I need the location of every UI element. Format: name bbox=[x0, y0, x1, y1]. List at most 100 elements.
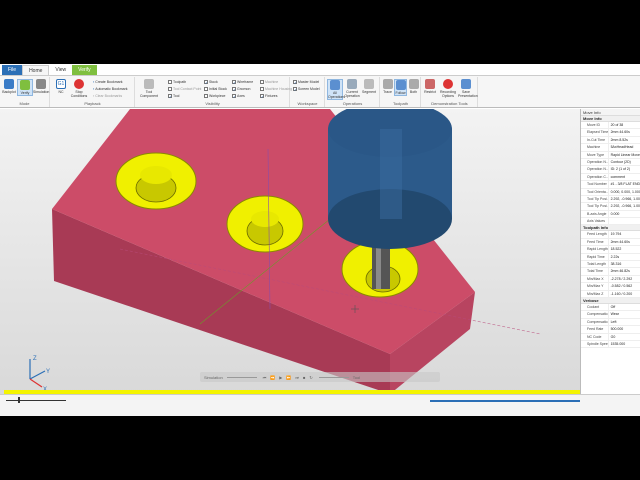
property-key: Total Length bbox=[587, 262, 607, 267]
property-key: Feed Time bbox=[587, 239, 604, 244]
group-demonstration-tools: Restrict Recording Options Save Presenta… bbox=[422, 77, 478, 107]
tab-home[interactable]: Home bbox=[22, 65, 50, 75]
segment-button[interactable]: Segment bbox=[361, 79, 377, 94]
automatic-bookmark-button[interactable]: ▪ Automatic Bookmark bbox=[93, 87, 128, 91]
property-key: Operation C... bbox=[587, 174, 608, 179]
property-key: Coolant bbox=[587, 304, 600, 309]
panel-title: Move Info bbox=[581, 109, 640, 116]
property-key: Machine bbox=[587, 145, 601, 150]
rewind-icon[interactable]: ⏮ bbox=[263, 375, 267, 380]
checkbox-stock[interactable]: ✓ Stock bbox=[204, 80, 218, 85]
checkbox-gnomon[interactable]: ✓ Gnomon bbox=[232, 87, 250, 92]
loop-icon[interactable]: ↻ bbox=[309, 375, 312, 380]
property-row: Tool Tip Posi... 2.292, -0.966, 1.000 bbox=[581, 203, 640, 211]
save-presentation-button[interactable]: Save Presentation bbox=[458, 79, 478, 98]
restrict-button[interactable]: Restrict bbox=[422, 79, 438, 94]
timeline-track-blue bbox=[430, 400, 580, 402]
stop-button-icon[interactable]: ■ bbox=[303, 375, 305, 380]
property-key: Tool Orienta... bbox=[587, 189, 608, 194]
trace-icon bbox=[382, 79, 393, 89]
playback-bar: Simulation ⏮ ⏪ ▶ ⏩ ⏭ ■ ↻ Tool bbox=[200, 372, 440, 382]
property-value: Contour (2D) bbox=[607, 158, 640, 166]
property-value: Wear bbox=[607, 311, 640, 318]
property-key: Operation N... bbox=[587, 167, 608, 172]
property-key: In-Cut Time bbox=[587, 137, 606, 142]
checkbox-axes[interactable]: ✓ Axes bbox=[232, 94, 245, 99]
group-mode: Backplot Verify Simulation Mode bbox=[0, 77, 50, 107]
property-row: Tool Orienta... 0.000, 0.000, 1.000 bbox=[581, 188, 640, 196]
property-key: Rapid Time bbox=[587, 254, 605, 259]
tab-view[interactable]: View bbox=[49, 65, 72, 75]
auto-bookmark-icon: ▪ bbox=[93, 87, 95, 91]
checkbox-tool-contact-point[interactable]: Tool Contact Point bbox=[168, 87, 201, 91]
checkbox-initial-stock[interactable]: Initial Stock bbox=[204, 87, 227, 91]
trace-button[interactable]: Trace bbox=[381, 79, 394, 94]
property-value: ID: 2 (1 of 2) bbox=[607, 166, 640, 173]
property-row: Machine 5AxHeadHead bbox=[581, 144, 640, 152]
property-row: Feed Time 2mm 44.60s bbox=[581, 238, 640, 247]
property-key: Compensatio... bbox=[587, 312, 608, 317]
property-value: -0.582 / 0.562 bbox=[607, 283, 640, 290]
property-value: 1535.000 bbox=[607, 340, 640, 348]
verify-button[interactable]: Verify bbox=[17, 79, 33, 96]
svg-text:Z: Z bbox=[33, 356, 37, 362]
property-value: comment bbox=[607, 173, 640, 181]
property-row: Feed Length 19.794 bbox=[581, 231, 640, 239]
verify-viewport[interactable]: Z Y X bbox=[0, 109, 580, 394]
property-key: Tool Tip Posi... bbox=[587, 204, 608, 209]
property-key: Min/Max X bbox=[587, 276, 604, 281]
property-row: Min/Max Z -1.160 / 0.200 bbox=[581, 290, 640, 298]
backplot-button[interactable]: Backplot bbox=[1, 79, 17, 94]
checkbox-wireframe[interactable]: ✓ Wireframe bbox=[232, 80, 253, 85]
screen-model-checkbox[interactable]: ✓ Screen Model bbox=[293, 87, 320, 92]
checkbox-machine-housing[interactable]: Machine Housing bbox=[260, 87, 292, 91]
group-visibility: Tool Component Toolpath Tool Contact Poin… bbox=[136, 77, 292, 107]
play-icon[interactable]: ▶ bbox=[279, 375, 282, 380]
recording-options-button[interactable]: Recording Options bbox=[440, 79, 456, 98]
property-value: G0 bbox=[607, 333, 640, 340]
end-icon[interactable]: ⏭ bbox=[295, 375, 299, 380]
property-value: 2mm 8.52s bbox=[607, 136, 640, 144]
playbar-mode-label: Simulation bbox=[204, 374, 223, 380]
property-value: 0.000 bbox=[607, 210, 640, 218]
ribbon: Backplot Verify Simulation Mode G1 NC Sto… bbox=[0, 76, 640, 108]
speed-slider[interactable] bbox=[318, 376, 349, 378]
stop-conditions-button[interactable]: Stop Conditions bbox=[69, 79, 89, 98]
save-presentation-icon bbox=[461, 79, 471, 89]
checkbox-tool[interactable]: ✓ Tool bbox=[168, 94, 179, 99]
property-value: -1.160 / 0.200 bbox=[607, 290, 640, 297]
step-back-icon[interactable]: ⏪ bbox=[270, 375, 275, 380]
checkbox-fixtures[interactable]: ✓ Fixtures bbox=[260, 94, 277, 99]
property-key: Feed Rate bbox=[587, 327, 604, 332]
master-model-checkbox[interactable]: ✓ Master Model bbox=[293, 80, 319, 85]
property-value: 2mm 44.60s bbox=[607, 238, 640, 246]
property-value: Off bbox=[607, 303, 640, 311]
nc-button[interactable]: G1 NC bbox=[53, 79, 69, 94]
property-row: Move ID 20 of 38 bbox=[581, 122, 640, 130]
both-button[interactable]: Both bbox=[407, 79, 420, 94]
timeline-slider[interactable] bbox=[6, 400, 66, 401]
checkbox-toolpath[interactable]: Toolpath bbox=[168, 80, 186, 84]
checkbox-machine[interactable]: Machine bbox=[260, 80, 278, 84]
step-forward-icon[interactable]: ⏩ bbox=[286, 375, 291, 380]
property-key: Total Time bbox=[587, 269, 603, 274]
property-value: 5AxHeadHead bbox=[607, 144, 640, 151]
simulation-button[interactable]: Simulation bbox=[33, 79, 49, 94]
recording-icon bbox=[443, 79, 453, 89]
tool-component-button[interactable]: Tool Component bbox=[138, 79, 160, 98]
property-row: Compensatio...Left bbox=[581, 318, 640, 327]
timeline-handle[interactable] bbox=[18, 397, 20, 403]
create-bookmark-button[interactable]: ▪ Create Bookmark bbox=[93, 80, 122, 84]
checkbox-workpiece[interactable]: Workpiece bbox=[204, 94, 225, 98]
tab-verify[interactable]: Verify bbox=[72, 65, 97, 75]
tab-file[interactable]: File bbox=[2, 65, 23, 75]
property-row: Tool Number #1 - 3/8 FLAT END bbox=[581, 181, 640, 189]
property-value: 2.292, -0.966, 1.000 bbox=[607, 195, 640, 203]
property-key: B-axis Angle bbox=[587, 211, 607, 216]
svg-text:Y: Y bbox=[46, 369, 50, 375]
playbar-slider[interactable] bbox=[226, 376, 257, 378]
current-operation-button[interactable]: Current Operation bbox=[344, 79, 360, 98]
all-operations-button[interactable]: All Operations bbox=[327, 79, 345, 100]
clear-bookmarks-button[interactable]: ▪ Clear Bookmarks bbox=[93, 94, 122, 98]
follow-button[interactable]: Follow bbox=[394, 79, 407, 96]
